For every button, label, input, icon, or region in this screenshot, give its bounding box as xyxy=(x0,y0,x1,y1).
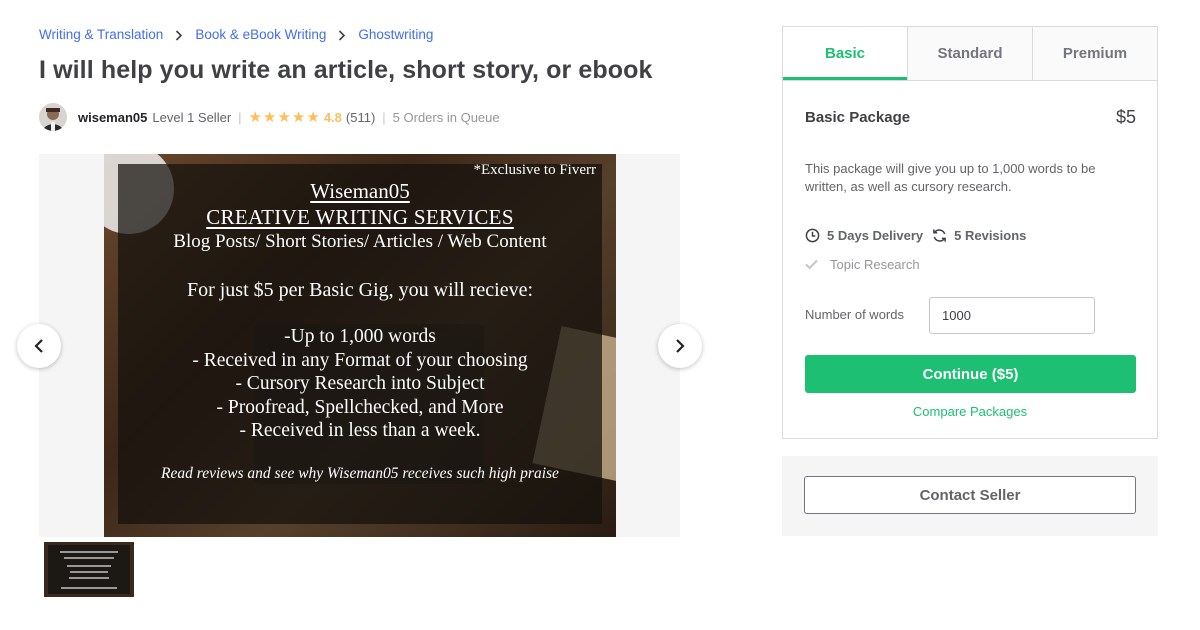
package-header: Basic Package $5 xyxy=(805,107,1136,128)
divider: | xyxy=(382,109,386,125)
slide-bullet: - Cursory Research into Subject xyxy=(235,373,485,394)
slide-subhead: Blog Posts/ Short Stories/ Articles / We… xyxy=(173,231,547,252)
divider: | xyxy=(238,109,242,125)
slide-offer: For just $5 per Basic Gig, you will reci… xyxy=(186,279,534,301)
continue-button[interactable]: Continue ($5) xyxy=(805,355,1136,393)
breadcrumb-ghostwriting[interactable]: Ghostwriting xyxy=(358,27,433,42)
slide-bullets: -Up to 1,000 words - Received in any For… xyxy=(104,325,616,443)
slide-footer: Read reviews and see why Wiseman05 recei… xyxy=(161,465,559,482)
thumbnail-text-line xyxy=(60,551,118,553)
slide-bullet: - Proofread, Spellchecked, and More xyxy=(216,396,504,418)
slide-text: *Exclusive to Fiverr Wiseman05 CREATIVE … xyxy=(104,154,616,537)
breadcrumb: Writing & Translation Book & eBook Writi… xyxy=(39,27,433,42)
star-icon: ★ xyxy=(263,108,277,126)
seller-username[interactable]: wiseman05 xyxy=(78,110,147,125)
tab-basic[interactable]: Basic xyxy=(783,27,907,80)
gallery-slide-image[interactable]: *Exclusive to Fiverr Wiseman05 CREATIVE … xyxy=(104,154,616,537)
delivery-label: 5 Days Delivery xyxy=(827,228,924,243)
thumbnail-text-line xyxy=(61,587,117,589)
slide-bullet: - Received in any Format of your choosin… xyxy=(192,349,528,371)
package-meta: 5 Days Delivery 5 Revisions xyxy=(805,228,1035,243)
slide-headline: CREATIVE WRITING SERVICES xyxy=(206,205,514,229)
package-price: $5 xyxy=(1115,107,1136,127)
chevron-right-icon xyxy=(163,27,195,42)
package-tabs: Basic Standard Premium xyxy=(783,27,1157,81)
chevron-left-icon xyxy=(34,339,43,353)
feature-topic-research: Topic Research xyxy=(805,257,920,272)
tab-premium[interactable]: Premium xyxy=(1032,27,1157,80)
chevron-right-icon xyxy=(676,339,685,353)
words-label: Number of words xyxy=(805,307,904,322)
seller-level: Level 1 Seller xyxy=(152,109,232,125)
gig-title: I will help you write an article, short … xyxy=(39,56,653,84)
tab-standard[interactable]: Standard xyxy=(907,27,1032,80)
clock-icon xyxy=(805,228,820,243)
thumbnail-text-line xyxy=(64,557,114,559)
star-icon: ★ xyxy=(277,108,291,126)
star-rating: ★ ★ ★ ★ ★ xyxy=(249,110,321,125)
avatar[interactable] xyxy=(39,103,67,131)
slide-bullet: - Received in less than a week. xyxy=(239,420,481,441)
chevron-right-icon xyxy=(326,27,358,42)
gallery-prev-button[interactable] xyxy=(17,324,61,368)
star-icon: ★ xyxy=(306,108,320,126)
slide-seller-name: Wiseman05 xyxy=(310,179,410,203)
feature-label: Topic Research xyxy=(830,257,920,272)
orders-in-queue: 5 Orders in Queue xyxy=(392,109,500,125)
slide-bullet: -Up to 1,000 words xyxy=(284,326,436,347)
revisions-label: 5 Revisions xyxy=(954,228,1027,243)
compare-packages-link[interactable]: Compare Packages xyxy=(783,404,1157,419)
breadcrumb-writing-translation[interactable]: Writing & Translation xyxy=(39,27,163,42)
check-icon xyxy=(805,259,818,270)
gallery-thumbnail[interactable] xyxy=(44,542,134,597)
package-description: This package will give you up to 1,000 w… xyxy=(805,161,1096,194)
review-count[interactable]: (511) xyxy=(346,110,375,125)
thumbnail-text-line xyxy=(67,565,111,567)
contact-section: Contact Seller xyxy=(782,456,1158,536)
rating-score: 4.8 xyxy=(323,109,342,125)
delivery-time: 5 Days Delivery xyxy=(805,228,923,243)
thumbnail-text-line xyxy=(69,577,109,579)
words-input[interactable] xyxy=(929,297,1095,334)
contact-seller-button[interactable]: Contact Seller xyxy=(804,476,1136,514)
package-card: Basic Standard Premium Basic Package $5 … xyxy=(782,26,1158,439)
gig-gallery: *Exclusive to Fiverr Wiseman05 CREATIVE … xyxy=(39,154,680,537)
seller-overview: wiseman05 Level 1 Seller | ★ ★ ★ ★ ★ 4.8… xyxy=(39,102,500,132)
slide-exclusive: *Exclusive to Fiverr xyxy=(473,162,596,178)
thumbnail-text-line xyxy=(70,571,108,573)
star-icon: ★ xyxy=(291,108,306,126)
revisions: 5 Revisions xyxy=(932,228,1026,243)
gallery-next-button[interactable] xyxy=(658,324,702,368)
thumbnail-image xyxy=(48,545,130,594)
package-title: Basic Package xyxy=(805,109,911,126)
refresh-icon xyxy=(933,229,946,242)
breadcrumb-book-ebook-writing[interactable]: Book & eBook Writing xyxy=(195,27,326,42)
star-icon: ★ xyxy=(248,108,262,126)
